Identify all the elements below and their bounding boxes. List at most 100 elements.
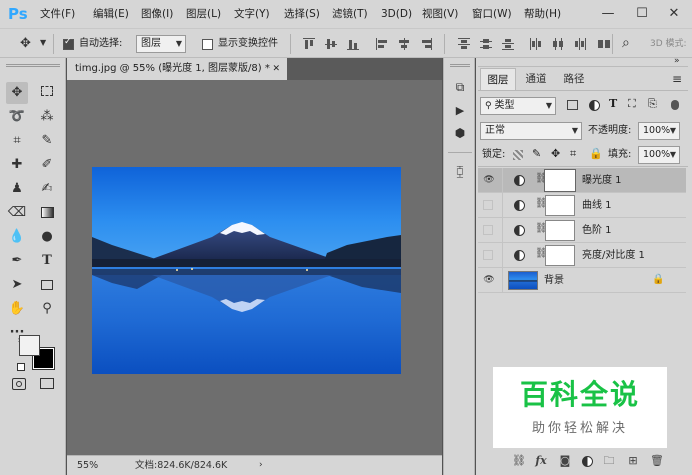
close-button[interactable]: ✕ — [656, 0, 692, 28]
layer-row[interactable]: 👁 ⛓ 曝光度 1 — [478, 168, 686, 193]
zoom-level[interactable]: 55% — [77, 456, 98, 475]
layer-name[interactable]: 色阶 1 — [582, 218, 612, 243]
align-hcenter-icon[interactable] — [398, 38, 410, 50]
pen-tool-icon[interactable]: ✒ — [6, 250, 28, 272]
show-transform-checkbox[interactable] — [202, 39, 213, 50]
menu-help[interactable]: 帮助(H) — [524, 0, 561, 28]
quick-mask-icon[interactable] — [12, 378, 26, 390]
layer-mask-thumbnail[interactable] — [545, 245, 575, 266]
menu-edit[interactable]: 编辑(E) — [93, 0, 129, 28]
maximize-button[interactable]: ☐ — [624, 0, 660, 28]
3d-panel-icon[interactable]: ⬢ — [451, 124, 469, 142]
lock-all-icon[interactable]: 🔒 — [589, 147, 603, 160]
move-tool-preset-icon[interactable]: ✥ — [20, 37, 34, 51]
panel-grip[interactable] — [450, 64, 470, 67]
distribute-left-icon[interactable] — [530, 38, 542, 50]
tab-layers[interactable]: 图层 — [480, 68, 516, 90]
layer-name[interactable]: 亮度/对比度 1 — [582, 243, 645, 268]
rectangle-tool-icon[interactable] — [36, 274, 58, 296]
visibility-toggle-off[interactable] — [483, 250, 493, 260]
close-tab-icon[interactable]: ✕ — [272, 58, 280, 80]
layer-filter-dropdown[interactable]: ⚲ 类型 ▼ — [480, 97, 556, 115]
distribute-top-icon[interactable] — [458, 38, 470, 50]
marquee-tool-icon[interactable] — [36, 82, 58, 104]
type-tool-icon[interactable]: T — [36, 250, 58, 272]
foreground-color-swatch[interactable] — [19, 335, 40, 356]
lasso-tool-icon[interactable]: ➰ — [6, 106, 28, 128]
visibility-toggle-off[interactable] — [483, 225, 493, 235]
path-selection-tool-icon[interactable]: ➤ — [6, 274, 28, 296]
blur-tool-icon[interactable]: 💧 — [6, 226, 28, 248]
auto-select-target-dropdown[interactable]: 图层 ▼ — [136, 35, 186, 53]
gradient-tool-icon[interactable] — [36, 202, 58, 224]
delete-layer-icon[interactable]: 🗑 — [650, 454, 664, 468]
search-icon[interactable]: ⌕ — [622, 35, 630, 51]
align-right-icon[interactable] — [420, 38, 432, 50]
healing-brush-tool-icon[interactable]: ✚ — [6, 154, 28, 176]
hand-tool-icon[interactable]: ✋ — [6, 298, 28, 320]
filter-smart-object-icon[interactable]: ⎘ — [648, 97, 657, 111]
distribute-hcenter-icon[interactable] — [552, 38, 564, 50]
layer-row[interactable]: ⛓ 曲线 1 — [478, 193, 686, 218]
canvas-workspace[interactable] — [67, 80, 442, 455]
layer-row[interactable]: ⛓ 亮度/对比度 1 — [478, 243, 686, 268]
chevron-down-icon[interactable]: ▼ — [40, 38, 46, 47]
visibility-eye-icon[interactable]: 👁 — [483, 275, 495, 285]
menu-layer[interactable]: 图层(L) — [186, 0, 221, 28]
layer-mask-thumbnail[interactable] — [544, 169, 576, 192]
screen-mode-icon[interactable] — [40, 378, 54, 389]
collapse-panel-icon[interactable]: » — [674, 56, 680, 66]
blend-mode-dropdown[interactable]: 正常 ▼ — [480, 122, 582, 140]
adjustments-panel-icon[interactable]: ⧮ — [451, 162, 469, 180]
filter-type-icon[interactable]: T — [609, 97, 617, 110]
menu-window[interactable]: 窗口(W) — [472, 0, 512, 28]
layer-name[interactable]: 曝光度 1 — [582, 168, 622, 193]
fill-input[interactable]: 100% ▼ — [638, 146, 680, 164]
lock-pixels-icon[interactable]: ✎ — [532, 147, 541, 160]
menu-image[interactable]: 图像(I) — [141, 0, 173, 28]
menu-3d[interactable]: 3D(D) — [381, 0, 412, 28]
distribute-right-icon[interactable] — [574, 38, 586, 50]
filter-pixel-icon[interactable] — [567, 100, 578, 110]
history-panel-icon[interactable]: ⧉ — [451, 78, 469, 96]
minimize-button[interactable]: — — [590, 0, 626, 28]
new-layer-icon[interactable]: ⊞ — [626, 454, 640, 468]
document-tab[interactable]: timg.jpg @ 55% (曝光度 1, 图层蒙版/8) * ✕ — [67, 58, 287, 80]
distribute-bottom-icon[interactable] — [502, 38, 514, 50]
layer-row[interactable]: 👁 背景 🔒 — [478, 268, 686, 293]
default-colors-icon[interactable] — [17, 363, 25, 371]
layer-mask-thumbnail[interactable] — [545, 220, 575, 241]
crop-tool-icon[interactable]: ⌗ — [6, 130, 28, 152]
layer-name[interactable]: 曲线 1 — [582, 193, 612, 218]
chevron-right-icon[interactable]: › — [259, 456, 263, 475]
tab-channels[interactable]: 通道 — [518, 68, 554, 90]
tab-paths[interactable]: 路径 — [556, 68, 592, 90]
new-adjustment-layer-icon[interactable] — [582, 456, 593, 467]
filter-shape-icon[interactable]: ⛶ — [628, 97, 636, 111]
magic-wand-tool-icon[interactable]: ⁂ — [36, 106, 58, 128]
lock-position-icon[interactable]: ✥ — [551, 147, 560, 160]
lock-artboard-icon[interactable]: ⌗ — [570, 147, 576, 161]
layer-style-fx-icon[interactable]: fx — [534, 454, 548, 468]
panel-grip[interactable] — [6, 64, 60, 67]
menu-type[interactable]: 文字(Y) — [234, 0, 270, 28]
layer-mask-thumbnail[interactable] — [545, 195, 575, 216]
align-vcenter-icon[interactable] — [325, 38, 337, 50]
lock-transparent-icon[interactable] — [513, 150, 523, 160]
panel-menu-icon[interactable]: ≡ — [672, 72, 682, 86]
layer-row[interactable]: ⛓ 色阶 1 — [478, 218, 686, 243]
move-tool-icon[interactable]: ✥ — [6, 82, 28, 104]
dodge-tool-icon[interactable]: ● — [36, 226, 58, 248]
menu-view[interactable]: 视图(V) — [422, 0, 458, 28]
align-left-icon[interactable] — [376, 38, 388, 50]
opacity-input[interactable]: 100% ▼ — [638, 122, 680, 140]
align-top-icon[interactable] — [303, 38, 315, 50]
add-mask-icon[interactable]: ◙ — [558, 454, 572, 468]
link-layers-icon[interactable]: ⛓ — [512, 454, 526, 468]
zoom-tool-icon[interactable]: ⚲ — [36, 298, 58, 320]
filter-adjustment-icon[interactable] — [589, 100, 600, 111]
visibility-eye-icon[interactable]: 👁 — [483, 175, 495, 185]
history-brush-tool-icon[interactable]: ✍ — [36, 178, 58, 200]
distribute-vcenter-icon[interactable] — [480, 38, 492, 50]
layer-name[interactable]: 背景 — [544, 268, 564, 293]
